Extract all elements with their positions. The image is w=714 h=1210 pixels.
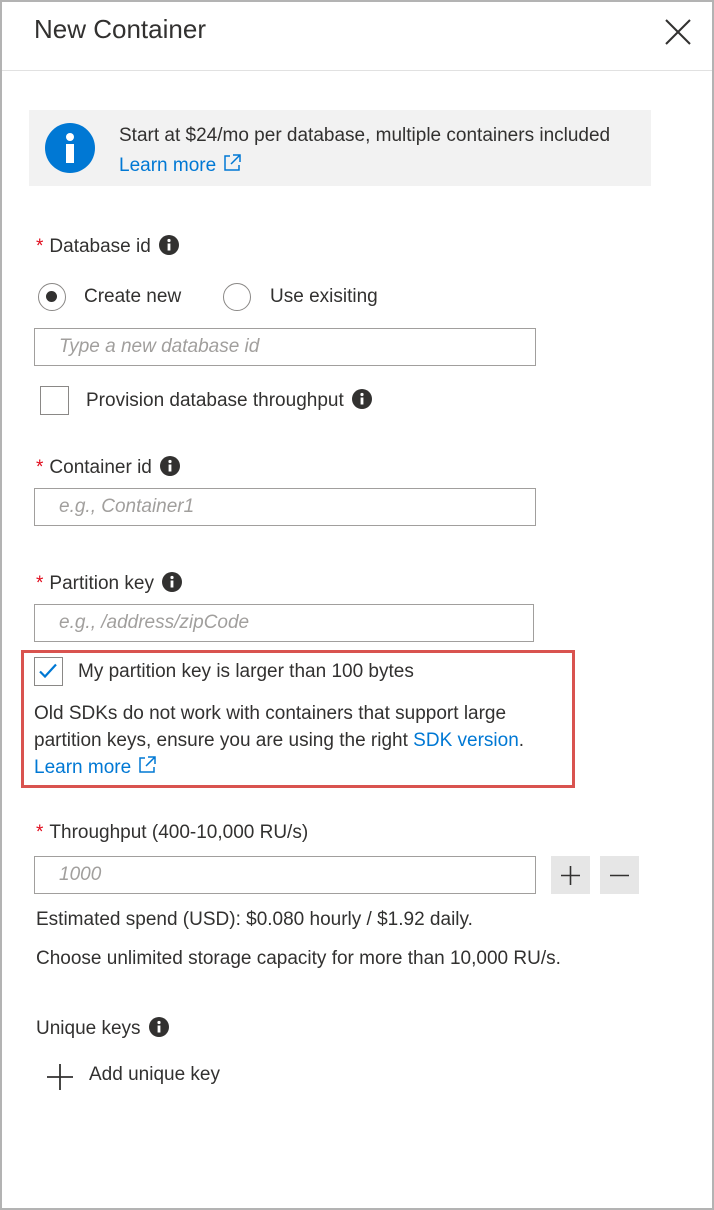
container-id-label: * Container id	[36, 456, 180, 479]
partition-learn-more-label: Learn more	[34, 757, 132, 778]
banner-learn-more-link[interactable]: Learn more	[119, 154, 242, 176]
info-icon[interactable]	[351, 389, 372, 409]
database-id-label: * Database id	[36, 235, 179, 258]
info-icon[interactable]	[159, 456, 180, 476]
required-marker: *	[36, 822, 44, 843]
external-link-icon	[224, 154, 241, 171]
info-icon[interactable]	[161, 572, 182, 592]
banner-text: Start at $24/mo per database, multiple c…	[119, 125, 611, 146]
new-container-panel: New Container Start at $24/mo per databa…	[0, 0, 714, 1210]
database-id-input[interactable]	[34, 328, 536, 366]
info-icon[interactable]	[148, 1017, 169, 1037]
provision-throughput-text: Provision database throughput	[86, 390, 344, 411]
checkmark-icon	[39, 663, 57, 679]
close-button[interactable]	[660, 14, 696, 50]
create-new-radio[interactable]	[38, 283, 66, 311]
info-icon[interactable]	[158, 235, 179, 255]
close-icon	[665, 19, 691, 45]
provision-throughput-label: Provision database throughput	[86, 389, 372, 412]
plus-icon	[561, 866, 580, 885]
unique-keys-text: Unique keys	[36, 1018, 141, 1039]
container-id-text: Container id	[49, 457, 152, 478]
container-id-input[interactable]	[34, 488, 536, 526]
external-link-icon	[139, 756, 156, 773]
estimated-spend: Estimated spend (USD): $0.080 hourly / $…	[36, 909, 473, 930]
header-divider	[2, 70, 712, 71]
required-marker: *	[36, 573, 44, 594]
plus-icon	[47, 1064, 73, 1090]
create-new-label: Create new	[84, 286, 182, 307]
use-existing-radio[interactable]	[223, 283, 251, 311]
large-partition-key-label: My partition key is larger than 100 byte…	[78, 661, 414, 682]
banner-text-block: Start at $24/mo per database, multiple c…	[119, 121, 639, 181]
partition-key-input[interactable]	[34, 604, 534, 642]
sdk-version-link[interactable]: SDK version	[413, 730, 519, 751]
large-partition-key-checkbox[interactable]	[34, 657, 63, 686]
info-banner: Start at $24/mo per database, multiple c…	[29, 110, 651, 186]
sdk-warning: Old SDKs do not work with containers tha…	[34, 700, 574, 781]
partition-learn-more-link[interactable]: Learn more	[34, 756, 157, 778]
minus-icon	[610, 874, 629, 877]
database-id-text: Database id	[49, 236, 151, 257]
add-unique-key-button[interactable]: Add unique key	[46, 1061, 246, 1093]
storage-note: Choose unlimited storage capacity for mo…	[36, 948, 561, 969]
throughput-input[interactable]	[34, 856, 536, 894]
info-icon	[45, 123, 95, 173]
required-marker: *	[36, 236, 44, 257]
decrement-button[interactable]	[600, 856, 639, 894]
add-unique-key-label: Add unique key	[89, 1064, 220, 1085]
partition-key-label: * Partition key	[36, 572, 182, 595]
partition-key-text: Partition key	[49, 573, 154, 594]
use-existing-label: Use exisiting	[270, 286, 378, 307]
sdk-warning-period: .	[518, 730, 525, 751]
required-marker: *	[36, 457, 44, 478]
throughput-label: * Throughput (400-10,000 RU/s)	[36, 822, 308, 844]
panel-title: New Container	[34, 14, 206, 44]
increment-button[interactable]	[551, 856, 590, 894]
banner-learn-more-label: Learn more	[119, 155, 217, 176]
throughput-text: Throughput (400-10,000 RU/s)	[49, 822, 309, 843]
unique-keys-label: Unique keys	[36, 1017, 169, 1040]
provision-throughput-checkbox[interactable]	[40, 386, 69, 415]
